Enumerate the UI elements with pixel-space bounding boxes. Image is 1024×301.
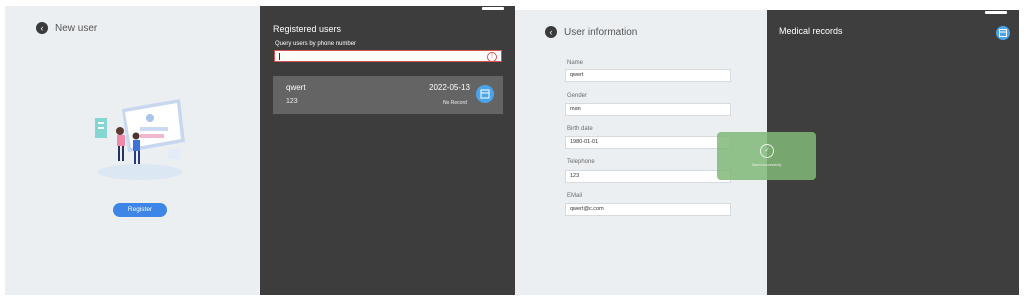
record-status: No Record: [443, 100, 467, 106]
birth-date-field[interactable]: 1980-01-01: [565, 136, 731, 149]
email-label: EMail: [567, 193, 583, 199]
status-bar: [482, 7, 504, 10]
back-button[interactable]: ‹: [36, 22, 48, 34]
gender-label: Gender: [567, 93, 588, 99]
medical-record-button[interactable]: [476, 85, 494, 103]
back-button[interactable]: ‹: [545, 26, 557, 38]
user-list-item[interactable]: qwert 123 2022-05-13 No Record: [273, 76, 503, 114]
email-field[interactable]: qwert@c.com: [565, 203, 731, 216]
success-toast: ✓ Saved successfully: [717, 132, 816, 180]
telephone-label: Telephone: [567, 159, 595, 165]
error-icon: !: [487, 52, 497, 62]
user-name: qwert: [286, 83, 306, 92]
user-phone: 123: [286, 98, 298, 105]
calendar-icon: [999, 29, 1007, 37]
check-icon: ✓: [760, 144, 774, 158]
section-title: Medical records: [779, 26, 843, 36]
name-label: Name: [567, 60, 584, 66]
calendar-icon: [480, 89, 490, 99]
toast-message: Saved successfully: [751, 163, 782, 167]
name-field[interactable]: qwert: [565, 69, 731, 82]
phone-search-input[interactable]: !: [274, 50, 502, 62]
birth-date-label: Birth date: [567, 126, 593, 132]
registered-users-panel: Registered users Query users by phone nu…: [260, 6, 515, 295]
register-button[interactable]: Register: [113, 203, 167, 217]
telephone-field[interactable]: 123: [565, 170, 731, 183]
text-cursor: [279, 53, 280, 60]
user-date: 2022-05-13: [429, 83, 470, 92]
search-label: Query users by phone number: [275, 41, 357, 47]
status-bar: [985, 11, 1007, 14]
page-title: User information: [564, 27, 638, 38]
register-illustration: [95, 99, 185, 180]
gender-field[interactable]: man: [565, 103, 731, 116]
page-title: New user: [55, 23, 98, 34]
add-record-button[interactable]: [996, 26, 1010, 40]
new-user-panel: ‹ New user Register: [5, 6, 260, 295]
section-title: Registered users: [273, 24, 342, 34]
